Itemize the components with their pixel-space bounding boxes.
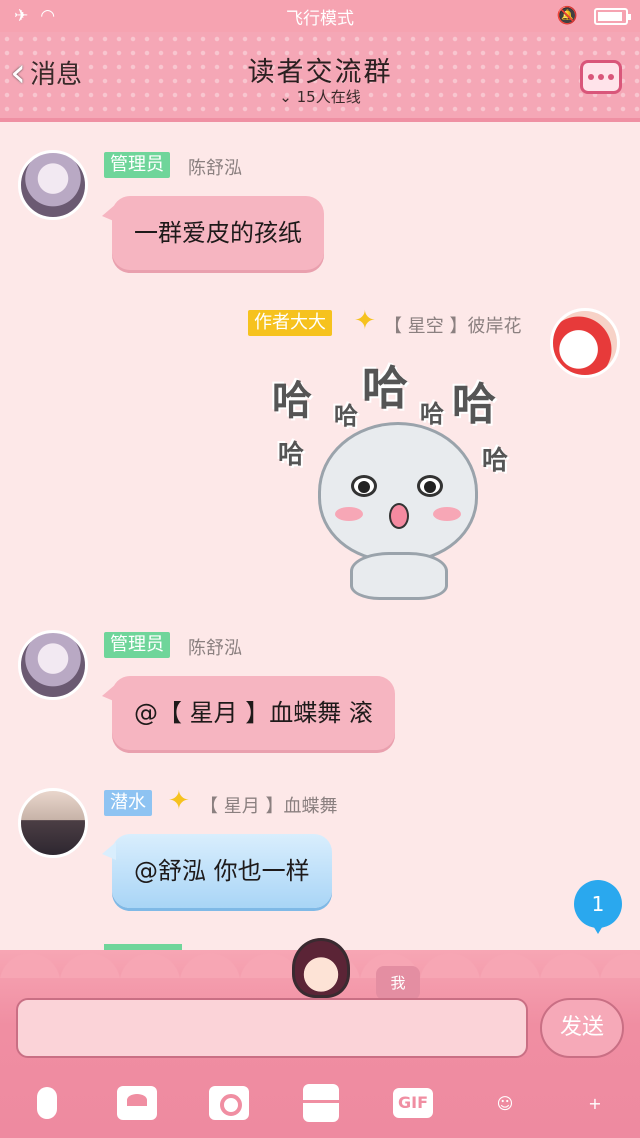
dot-icon xyxy=(598,74,604,80)
avatar[interactable] xyxy=(18,150,88,220)
sticker-text: 哈 xyxy=(334,402,358,430)
sender-name: 【 星月 】血蝶舞 xyxy=(200,796,338,817)
cat-blush xyxy=(335,507,363,521)
cat-eye xyxy=(417,475,443,497)
cat-mouth xyxy=(389,503,409,529)
sender-name: 陈舒泓 xyxy=(188,158,242,179)
unread-badge[interactable]: 1 xyxy=(574,880,622,934)
role-tag-diver: 潜水 xyxy=(104,790,152,816)
more-button[interactable] xyxy=(580,60,622,94)
envelope-icon xyxy=(303,1084,339,1122)
message-text: @【 星月 】血蝶舞 滚 xyxy=(134,699,373,727)
gif-button[interactable]: GIF xyxy=(390,1080,436,1126)
avatar[interactable] xyxy=(18,630,88,700)
camera-icon xyxy=(209,1086,249,1120)
red-packet-button[interactable] xyxy=(298,1080,344,1126)
cat-head xyxy=(318,422,478,562)
laughing-cat-sticker[interactable]: 哈 哈 哈 哈 哈 哈 哈 xyxy=(270,352,520,602)
sender-name: 陈舒泓 xyxy=(188,638,242,659)
chevron-down-icon: ⌄ xyxy=(279,88,292,106)
status-mode: 飞行模式 xyxy=(286,8,354,29)
wifi-icon: ◠ xyxy=(40,6,56,26)
camera-button[interactable] xyxy=(206,1080,252,1126)
message-text: 一群爱皮的孩纸 xyxy=(134,219,302,247)
airplane-icon: ✈ xyxy=(14,6,29,26)
add-button[interactable]: + xyxy=(572,1080,618,1126)
role-tag-admin: 管理员 xyxy=(104,152,170,178)
emoji-button[interactable]: ☺ xyxy=(482,1080,528,1126)
sticker-text: 哈 xyxy=(272,378,312,424)
cat-blush xyxy=(433,507,461,521)
microphone-button[interactable] xyxy=(24,1080,70,1126)
smiley-icon: ☺ xyxy=(496,1093,514,1113)
group-title: 读者交流群 xyxy=(247,57,393,88)
dot-icon xyxy=(608,74,614,80)
online-count: ⌄ 15人在线 xyxy=(0,86,640,107)
role-tag-admin: 管理员 xyxy=(104,632,170,658)
avatar[interactable] xyxy=(550,308,620,378)
star-badge-icon: ✦ xyxy=(354,306,376,336)
mascot-avatar[interactable] xyxy=(292,938,350,998)
me-label: 我 xyxy=(376,966,420,1000)
online-count-label: 15人在线 xyxy=(296,88,361,106)
battery-icon xyxy=(594,7,631,25)
microphone-icon xyxy=(37,1087,57,1119)
sticker-text: 哈 xyxy=(362,361,408,415)
sticker-text: 哈 xyxy=(420,400,444,428)
message-bubble[interactable]: @【 星月 】血蝶舞 滚 xyxy=(102,676,395,750)
message-bubble[interactable]: 一群爱皮的孩纸 xyxy=(102,196,324,270)
bell-muted-icon: 🔕 xyxy=(556,6,578,26)
composer-toolbar: GIF ☺ + xyxy=(0,1076,640,1132)
sticker-text: 哈 xyxy=(452,379,496,430)
star-badge-icon: ✦ xyxy=(168,786,190,816)
plus-icon: + xyxy=(588,1093,602,1113)
photo-button[interactable] xyxy=(114,1080,160,1126)
cat-eye xyxy=(351,475,377,497)
send-button[interactable]: 发送 xyxy=(540,998,624,1058)
message-input[interactable] xyxy=(16,998,528,1058)
role-tag-author: 作者大大 xyxy=(248,310,332,336)
cat-body xyxy=(350,552,448,600)
sender-name: 【 星空 】彼岸花 xyxy=(384,316,522,337)
sticker-text: 哈 xyxy=(482,446,509,476)
message-text: @舒泓 你也一样 xyxy=(134,857,310,885)
message-bubble[interactable]: @舒泓 你也一样 xyxy=(102,834,332,908)
status-bar: ✈ ◠ 飞行模式 🔕 xyxy=(0,0,640,32)
chat-header: ‹ 消息 读者交流群 ⌄ 15人在线 xyxy=(0,32,640,122)
dot-icon xyxy=(588,74,594,80)
image-icon xyxy=(117,1086,157,1120)
sticker-text: 哈 xyxy=(278,440,305,470)
gif-icon: GIF xyxy=(393,1088,433,1118)
avatar[interactable] xyxy=(18,788,88,858)
